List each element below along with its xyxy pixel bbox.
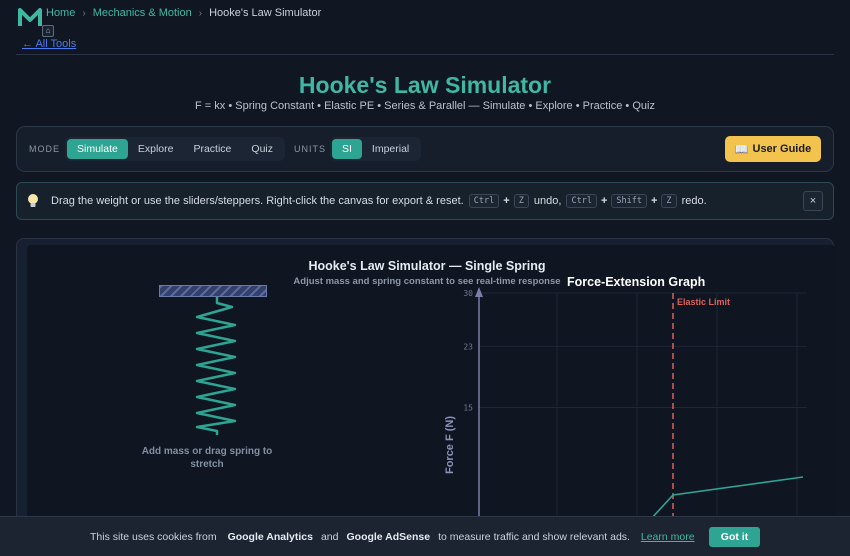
force-extension-graph: 3023150 Force F (N) Elastic Limit (444, 287, 807, 556)
breadcrumb-current: Hooke's Law Simulator (209, 7, 322, 19)
user-guide-label: User Guide (752, 143, 812, 155)
chevron-right-icon: › (82, 7, 86, 19)
all-tools-link[interactable]: ← All Tools (22, 38, 76, 50)
kbd-z: Z (661, 194, 677, 208)
cookie-service-analytics: Google Analytics (227, 531, 313, 543)
mode-simulate-button[interactable]: Simulate (67, 139, 128, 159)
units-si-button[interactable]: SI (332, 139, 362, 159)
breadcrumb-category[interactable]: Mechanics & Motion (93, 7, 192, 19)
site-logo[interactable] (18, 6, 42, 30)
cookie-suffix: to measure traffic and show relevant ads… (438, 531, 630, 543)
all-tools-label: All Tools (35, 38, 77, 50)
mode-quiz-button[interactable]: Quiz (241, 139, 283, 159)
units-label: UNITS (294, 144, 326, 154)
lightbulb-icon (28, 194, 38, 207)
redo-label: redo. (681, 195, 707, 207)
simulation-canvas[interactable]: Hooke's Law Simulator — Single Spring Ad… (27, 245, 835, 556)
units-imperial-button[interactable]: Imperial (362, 139, 419, 159)
page-title: Hooke's Law Simulator (298, 72, 552, 98)
cookie-service-adsense: Google AdSense (346, 531, 431, 543)
user-guide-button[interactable]: 📖 User Guide (725, 136, 821, 162)
page-subtitle: F = kx • Spring Constant • Elastic PE • … (195, 100, 655, 112)
mode-explore-button[interactable]: Explore (128, 139, 184, 159)
y-axis-arrow (475, 287, 483, 297)
y-tick-label: 23 (463, 342, 473, 351)
chevron-right-icon: › (198, 7, 203, 19)
kbd-z: Z (513, 194, 529, 208)
mode-switcher: Simulate Explore Practice Quiz (65, 137, 285, 161)
elastic-limit-label: Elastic Limit (677, 297, 730, 307)
y-axis-label: Force F (N) (444, 416, 456, 474)
cookie-and: and (320, 531, 339, 543)
learn-more-link[interactable]: Learn more (641, 531, 695, 543)
control-bar: MODE Simulate Explore Practice Quiz UNIT… (16, 126, 834, 172)
simulation-panel: Hooke's Law Simulator — Single Spring Ad… (16, 238, 835, 556)
kbd-ctrl: Ctrl (468, 194, 500, 208)
breadcrumb-home[interactable]: Home (46, 7, 75, 19)
close-icon[interactable]: × (803, 191, 823, 211)
mode-practice-button[interactable]: Practice (183, 139, 241, 159)
cookie-prefix: This site uses cookies from (90, 531, 217, 543)
divider (16, 54, 834, 55)
mode-label: MODE (29, 144, 60, 154)
tip-banner: Drag the weight or use the sliders/stepp… (16, 182, 834, 220)
cookie-banner: This site uses cookies from Google Analy… (0, 516, 850, 556)
breadcrumb: Home › Mechanics & Motion › Hooke's Law … (46, 6, 321, 20)
tip-text: Drag the weight or use the sliders/stepp… (51, 195, 464, 207)
units-switcher: SI Imperial (330, 137, 422, 161)
cookie-text: This site uses cookies from Google Analy… (90, 531, 695, 543)
accept-cookies-button[interactable]: Got it (709, 527, 760, 547)
y-tick-label: 15 (463, 404, 473, 413)
book-icon: 📖 (734, 143, 749, 156)
home-icon[interactable]: ⌂ (42, 25, 54, 37)
undo-label: undo, (533, 195, 562, 207)
y-tick-label: 30 (463, 289, 473, 298)
kbd-ctrl: Ctrl (566, 194, 597, 208)
kbd-shift: Shift (611, 194, 647, 208)
